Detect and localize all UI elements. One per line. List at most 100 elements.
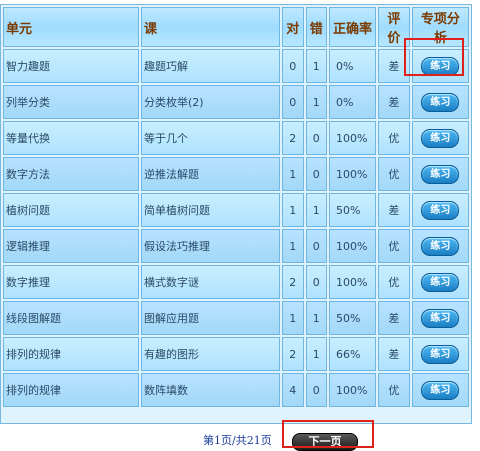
table-row: 列举分类 分类枚举(2) 0 1 0% 差练习 bbox=[3, 85, 469, 119]
cell-analysis: 练习 bbox=[411, 337, 469, 371]
cell-rating: 优 bbox=[378, 265, 410, 299]
header-unit: 单元 bbox=[3, 7, 139, 47]
cell-lesson: 分类枚举(2) bbox=[140, 85, 281, 119]
cell-correct: 0 bbox=[282, 85, 304, 119]
cell-wrong: 0 bbox=[305, 121, 327, 155]
header-wrong: 错 bbox=[305, 7, 327, 47]
page-indicator: 第1页/共21页 bbox=[203, 434, 272, 447]
practice-button[interactable]: 练习 bbox=[421, 128, 460, 148]
cell-accuracy: 100% bbox=[328, 373, 377, 407]
cell-rating: 差 bbox=[378, 337, 410, 371]
cell-analysis: 练习 bbox=[411, 193, 469, 227]
header-lesson: 课 bbox=[140, 7, 281, 47]
cell-rating: 优 bbox=[378, 373, 410, 407]
cell-correct: 2 bbox=[282, 265, 304, 299]
cell-analysis: 练习 bbox=[411, 373, 469, 407]
practice-button[interactable]: 练习 bbox=[421, 380, 460, 400]
cell-analysis: 练习 bbox=[411, 49, 469, 83]
practice-button[interactable]: 练习 bbox=[421, 308, 460, 328]
cell-rating: 差 bbox=[378, 85, 410, 119]
cell-wrong: 0 bbox=[305, 157, 327, 191]
cell-lesson: 等于几个 bbox=[140, 121, 281, 155]
cell-lesson: 简单植树问题 bbox=[140, 193, 281, 227]
cell-analysis: 练习 bbox=[411, 157, 469, 191]
table-row: 数字方法 逆推法解题 1 0 100% 优练习 bbox=[3, 157, 469, 191]
next-page-button[interactable]: 下一页 bbox=[292, 433, 358, 451]
score-table-panel: 单元 课 对 错 正确率 评价 专项分析 智力趣题 趣题巧解 0 1 0% 差练习 列举分类… bbox=[0, 4, 472, 424]
cell-accuracy: 50% bbox=[328, 193, 377, 227]
cell-rating: 差 bbox=[378, 301, 410, 335]
cell-unit: 列举分类 bbox=[3, 85, 139, 119]
cell-unit: 植树问题 bbox=[3, 193, 139, 227]
cell-lesson: 逆推法解题 bbox=[140, 157, 281, 191]
table-row: 等量代换 等于几个 2 0 100% 优练习 bbox=[3, 121, 469, 155]
practice-button[interactable]: 练习 bbox=[421, 272, 460, 292]
cell-accuracy: 100% bbox=[328, 229, 377, 263]
practice-button[interactable]: 练习 bbox=[421, 56, 460, 76]
cell-analysis: 练习 bbox=[411, 301, 469, 335]
practice-button[interactable]: 练习 bbox=[421, 200, 460, 220]
header-analysis: 专项分析 bbox=[411, 7, 469, 47]
cell-unit: 排列的规律 bbox=[3, 337, 139, 371]
table-row: 逻辑推理 假设法巧推理 1 0 100% 优练习 bbox=[3, 229, 469, 263]
cell-accuracy: 0% bbox=[328, 85, 377, 119]
header-accuracy: 正确率 bbox=[328, 7, 377, 47]
cell-rating: 优 bbox=[378, 157, 410, 191]
cell-accuracy: 50% bbox=[328, 301, 377, 335]
cell-unit: 逻辑推理 bbox=[3, 229, 139, 263]
cell-unit: 数字方法 bbox=[3, 157, 139, 191]
cell-unit: 线段图解题 bbox=[3, 301, 139, 335]
table-row: 排列的规律 数阵填数 4 0 100% 优练习 bbox=[3, 373, 469, 407]
cell-unit: 数字推理 bbox=[3, 265, 139, 299]
cell-rating: 差 bbox=[378, 49, 410, 83]
cell-lesson: 趣题巧解 bbox=[140, 49, 281, 83]
cell-correct: 1 bbox=[282, 157, 304, 191]
cell-accuracy: 66% bbox=[328, 337, 377, 371]
cell-accuracy: 100% bbox=[328, 121, 377, 155]
cell-correct: 4 bbox=[282, 373, 304, 407]
cell-rating: 优 bbox=[378, 121, 410, 155]
cell-correct: 2 bbox=[282, 121, 304, 155]
cell-correct: 0 bbox=[282, 49, 304, 83]
cell-rating: 差 bbox=[378, 193, 410, 227]
table-header-row: 单元 课 对 错 正确率 评价 专项分析 bbox=[3, 7, 469, 47]
practice-button[interactable]: 练习 bbox=[421, 164, 460, 184]
cell-wrong: 1 bbox=[305, 49, 327, 83]
cell-lesson: 数阵填数 bbox=[140, 373, 281, 407]
cell-accuracy: 100% bbox=[328, 157, 377, 191]
cell-correct: 2 bbox=[282, 337, 304, 371]
cell-lesson: 假设法巧推理 bbox=[140, 229, 281, 263]
score-table: 单元 课 对 错 正确率 评价 专项分析 智力趣题 趣题巧解 0 1 0% 差练习 列举分类… bbox=[1, 5, 471, 409]
cell-wrong: 0 bbox=[305, 229, 327, 263]
cell-analysis: 练习 bbox=[411, 121, 469, 155]
cell-accuracy: 0% bbox=[328, 49, 377, 83]
cell-wrong: 1 bbox=[305, 301, 327, 335]
cell-lesson: 横式数字谜 bbox=[140, 265, 281, 299]
cell-analysis: 练习 bbox=[411, 265, 469, 299]
cell-correct: 1 bbox=[282, 229, 304, 263]
practice-button[interactable]: 练习 bbox=[421, 236, 460, 256]
cell-rating: 优 bbox=[378, 229, 410, 263]
header-correct: 对 bbox=[282, 7, 304, 47]
practice-button[interactable]: 练习 bbox=[421, 344, 460, 364]
table-row: 排列的规律 有趣的图形 2 1 66% 差练习 bbox=[3, 337, 469, 371]
cell-unit: 等量代换 bbox=[3, 121, 139, 155]
cell-unit: 排列的规律 bbox=[3, 373, 139, 407]
header-rating: 评价 bbox=[378, 7, 410, 47]
cell-wrong: 1 bbox=[305, 85, 327, 119]
cell-correct: 1 bbox=[282, 193, 304, 227]
cell-accuracy: 100% bbox=[328, 265, 377, 299]
practice-button[interactable]: 练习 bbox=[421, 92, 460, 112]
cell-wrong: 0 bbox=[305, 265, 327, 299]
table-row: 数字推理 横式数字谜 2 0 100% 优练习 bbox=[3, 265, 469, 299]
cell-lesson: 有趣的图形 bbox=[140, 337, 281, 371]
table-row: 植树问题 简单植树问题 1 1 50% 差练习 bbox=[3, 193, 469, 227]
cell-lesson: 图解应用题 bbox=[140, 301, 281, 335]
cell-wrong: 0 bbox=[305, 373, 327, 407]
cell-analysis: 练习 bbox=[411, 85, 469, 119]
cell-wrong: 1 bbox=[305, 337, 327, 371]
pager: 第1页/共21页 下一页 bbox=[0, 430, 472, 451]
cell-unit: 智力趣题 bbox=[3, 49, 139, 83]
cell-wrong: 1 bbox=[305, 193, 327, 227]
cell-correct: 1 bbox=[282, 301, 304, 335]
